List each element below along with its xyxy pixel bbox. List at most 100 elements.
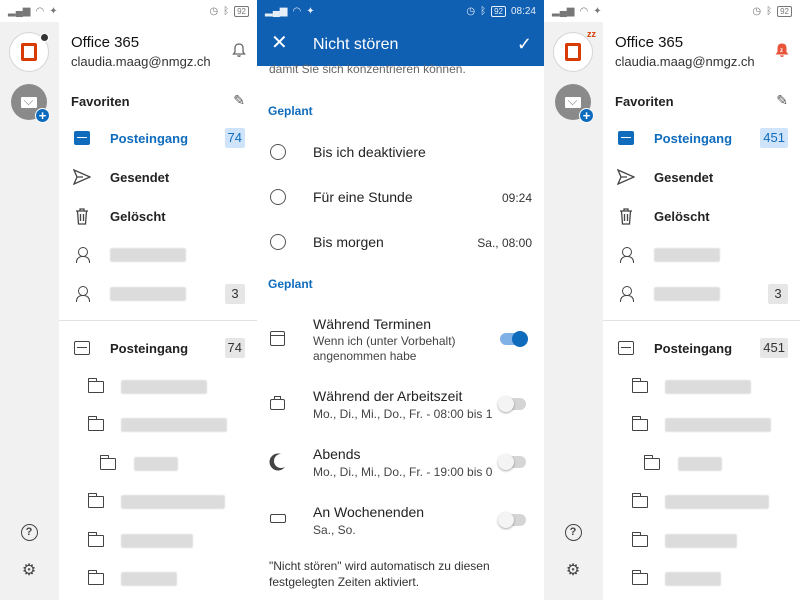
folder-label: Posteingang xyxy=(110,130,189,146)
unread-count: 3 xyxy=(225,284,245,304)
battery-icon: 92 xyxy=(777,5,792,17)
favorite-sent[interactable]: Gesendet xyxy=(59,158,257,196)
subfolder[interactable] xyxy=(59,406,257,444)
favorite-sent[interactable]: Gesendet xyxy=(603,158,800,196)
snooze-icon: zz xyxy=(587,29,596,39)
subfolder[interactable] xyxy=(59,560,257,598)
section-heading: Geplant xyxy=(268,277,313,291)
status-icons-left: ▂▄▆ ◠ ✦ xyxy=(265,6,315,17)
toggle-switch[interactable] xyxy=(498,512,526,528)
folder-label: Posteingang xyxy=(654,340,733,356)
favorite-person[interactable]: 3 xyxy=(59,275,257,313)
svg-text:z: z xyxy=(780,48,783,54)
toggle-switch[interactable] xyxy=(498,396,526,412)
edit-favorites-button[interactable]: ✎ xyxy=(776,92,788,109)
subfolder[interactable] xyxy=(603,368,800,406)
subfolder[interactable] xyxy=(59,522,257,560)
subfolder[interactable] xyxy=(59,445,257,483)
office365-account-button[interactable]: zz xyxy=(553,29,596,72)
unread-count: 74 xyxy=(224,128,245,148)
radio-button[interactable] xyxy=(270,189,286,205)
status-bar: ▂▄▆ ◠ ✦ ◷ ᛒ 92 xyxy=(544,0,800,22)
account-rail: zz + ? ⚙ xyxy=(544,22,603,600)
edit-favorites-button[interactable]: ✎ xyxy=(233,92,245,109)
status-bar: ▂▄▆ ◠ ✦ ◷ ᛒ 92 xyxy=(0,0,257,22)
help-icon: ? xyxy=(20,523,38,541)
schedule-title: Während der Arbeitszeit xyxy=(313,388,463,404)
schedule-desc: Mo., Di., Mi., Do., Fr. - 19:00 bis 08:0… xyxy=(313,465,493,479)
gear-icon: ⚙ xyxy=(21,562,37,579)
clock: 08:24 xyxy=(510,5,536,17)
inbox-icon xyxy=(617,339,635,357)
trash-icon xyxy=(73,207,91,225)
folder-pane-left: ▂▄▆ ◠ ✦ ◷ ᛒ 92 + ? ⚙ Office 365 claudia.maag… xyxy=(0,0,257,600)
wifi-icon: ◠ xyxy=(292,5,302,17)
subfolder[interactable] xyxy=(603,560,800,598)
favorite-deleted[interactable]: Gelöscht xyxy=(603,197,800,235)
pencil-icon: ✎ xyxy=(233,92,245,108)
help-button[interactable]: ? xyxy=(563,522,583,542)
office-logo-icon xyxy=(565,43,581,61)
option-until-off[interactable]: Bis ich deaktiviere xyxy=(257,132,544,172)
redacted-folder xyxy=(121,495,225,509)
redacted-folder xyxy=(121,380,207,394)
add-mail-account-button[interactable]: + xyxy=(11,84,50,123)
briefcase-icon xyxy=(270,396,286,412)
folder-inbox[interactable]: Posteingang 74 xyxy=(59,329,257,367)
schedule-desc: Mo., Di., Mi., Do., Fr. - 08:00 bis 17:0… xyxy=(313,407,493,421)
favorite-deleted[interactable]: Gelöscht xyxy=(59,197,257,235)
redacted-name xyxy=(110,248,186,262)
status-bar: ▂▄▆ ◠ ✦ ◷ ᛒ 92 08:24 xyxy=(257,0,544,22)
option-until-tomorrow[interactable]: Bis morgen Sa., 08:00 xyxy=(257,222,544,262)
favorite-person[interactable] xyxy=(603,236,800,274)
folder-icon xyxy=(99,455,117,473)
settings-button[interactable]: ⚙ xyxy=(19,560,39,580)
status-icons-left: ▂▄▆ ◠ ✦ xyxy=(8,6,58,17)
battery-icon: 92 xyxy=(234,5,249,17)
subfolder[interactable] xyxy=(603,483,800,521)
bluetooth-icon: ᛒ xyxy=(480,5,487,17)
favorite-person[interactable]: 3 xyxy=(603,275,800,313)
status-icons-right: ◷ ᛒ 92 08:24 xyxy=(466,5,536,17)
checkmark-icon: ✓ xyxy=(516,34,532,54)
account-rail: + ? ⚙ xyxy=(0,22,59,600)
subfolder[interactable] xyxy=(603,406,800,444)
subfolder[interactable] xyxy=(603,445,800,483)
toggle-switch[interactable] xyxy=(500,331,528,347)
favorite-inbox[interactable]: Posteingang 451 xyxy=(603,119,800,157)
person-icon xyxy=(617,285,635,303)
folder-icon xyxy=(643,455,661,473)
twitter-icon: ✦ xyxy=(593,5,602,17)
folder-icon xyxy=(87,378,105,396)
radio-button[interactable] xyxy=(270,144,286,160)
bell-button[interactable] xyxy=(231,42,247,58)
favorite-inbox[interactable]: Posteingang 74 xyxy=(59,119,257,157)
option-one-hour[interactable]: Für eine Stunde 09:24 xyxy=(257,177,544,217)
subfolder[interactable] xyxy=(59,483,257,521)
alarm-icon: ◷ xyxy=(466,5,476,17)
confirm-button[interactable]: ✓ xyxy=(517,34,532,55)
subfolder[interactable] xyxy=(603,522,800,560)
subfolder[interactable] xyxy=(59,368,257,406)
help-button[interactable]: ? xyxy=(19,522,39,542)
settings-button[interactable]: ⚙ xyxy=(563,560,583,580)
folder-inbox[interactable]: Posteingang 451 xyxy=(603,329,800,367)
redacted-folder xyxy=(665,534,737,548)
inbox-icon xyxy=(617,129,635,147)
unread-count: 3 xyxy=(768,284,788,304)
radio-button[interactable] xyxy=(270,234,286,250)
signal-icon: ▂▄▆ xyxy=(265,5,288,17)
folder-label: Posteingang xyxy=(110,340,189,356)
bed-icon xyxy=(270,510,286,526)
toggle-switch[interactable] xyxy=(498,454,526,470)
close-button[interactable]: ✕ xyxy=(271,33,289,53)
schedule-desc: angenommen habe xyxy=(313,349,417,363)
do-not-disturb-bell-button[interactable]: z xyxy=(774,42,790,58)
add-mail-account-button[interactable]: + xyxy=(555,84,594,123)
favorite-person[interactable] xyxy=(59,236,257,274)
office365-account-button[interactable] xyxy=(9,32,49,72)
twitter-icon: ✦ xyxy=(49,5,58,17)
folder-icon xyxy=(631,416,649,434)
moon-icon xyxy=(270,454,286,470)
folder-icon xyxy=(87,570,105,588)
